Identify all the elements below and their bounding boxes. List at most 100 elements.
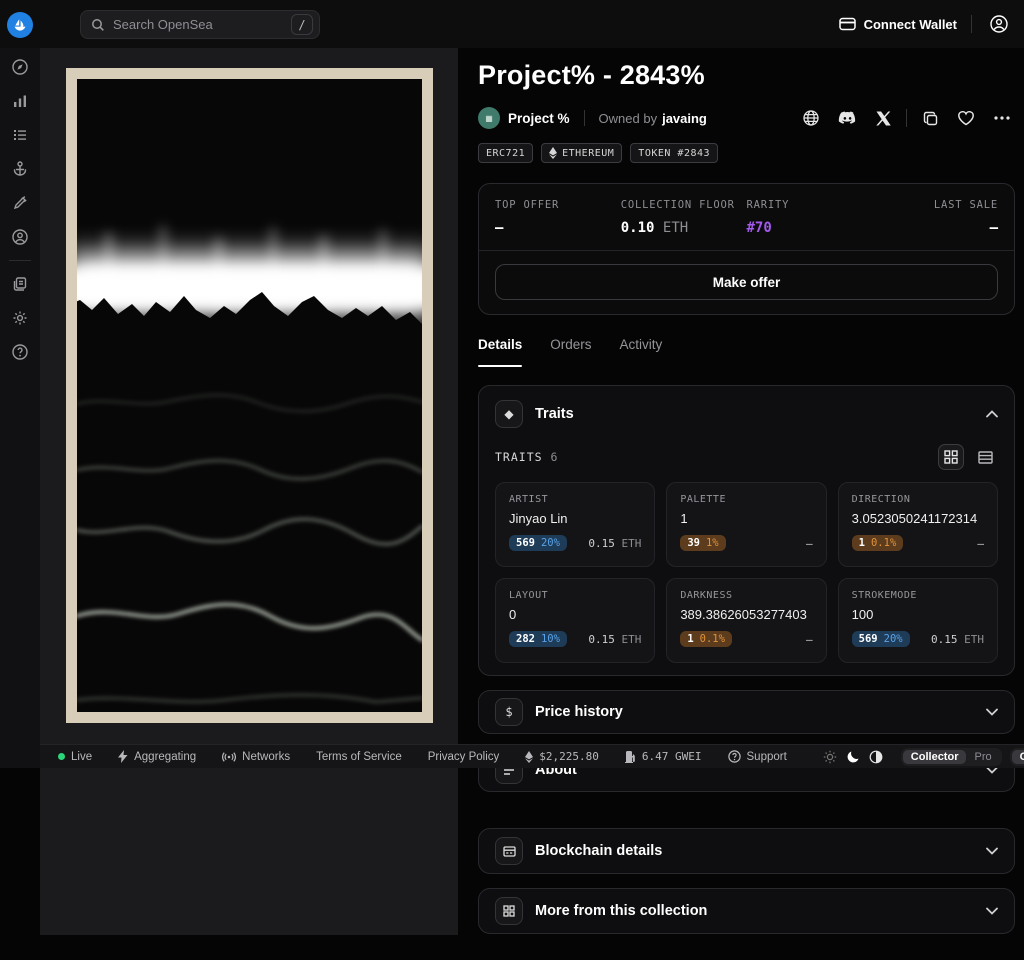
collection-avatar[interactable]: ▦ — [478, 107, 500, 129]
compass-icon[interactable] — [0, 50, 40, 84]
anchor-icon[interactable] — [0, 152, 40, 186]
status-bar: Live Aggregating Networks Terms of Servi… — [40, 744, 1024, 768]
mode-collector[interactable]: Collector — [903, 750, 967, 764]
trait-card-strokemode[interactable]: STROKEMODE 100 56920% 0.15 ETH — [838, 578, 998, 663]
owned-by-label: Owned by — [599, 111, 658, 126]
token-id-badge: TOKEN #2843 — [630, 143, 718, 163]
search-icon — [91, 18, 105, 32]
docs-icon[interactable] — [0, 267, 40, 301]
collection-link[interactable]: Project % — [508, 111, 570, 126]
detail-tabs: Details Orders Activity — [478, 337, 1015, 367]
gas-price: 6.47 GWEI — [625, 750, 702, 763]
token-badges: ERC721 ETHEREUM TOKEN #2843 — [478, 143, 1015, 163]
stats-icon[interactable] — [0, 84, 40, 118]
privacy-link[interactable]: Privacy Policy — [428, 751, 500, 763]
search-shortcut-key: / — [291, 14, 313, 35]
traits-count: TRAITS 6 — [495, 450, 558, 464]
gas-pump-icon — [625, 751, 636, 763]
trait-card-layout[interactable]: LAYOUT 0 28210% 0.15 ETH — [495, 578, 655, 663]
support-link[interactable]: Support — [728, 750, 787, 763]
help-circle-icon — [728, 750, 741, 763]
rarity-badge: 10.1% — [680, 631, 732, 647]
connect-wallet-button[interactable]: Connect Wallet — [839, 17, 957, 32]
currency-switch: Crypto USD — [1010, 748, 1024, 766]
chain-badge: ETHEREUM — [541, 143, 622, 163]
currency-crypto[interactable]: Crypto — [1012, 750, 1024, 764]
opensea-nft-page: Search OpenSea / Connect Wallet — [0, 0, 1024, 960]
rail-divider — [9, 260, 31, 261]
trait-grid: ARTIST Jinyao Lin 56920% 0.15 ETH PALETT… — [495, 482, 998, 663]
blockchain-details-section[interactable]: Blockchain details — [478, 828, 1015, 874]
collection-row: ▦ Project % Owned by javaing — [478, 107, 1015, 129]
more-from-collection-section[interactable]: More from this collection — [478, 888, 1015, 934]
chevron-up-icon[interactable] — [986, 410, 998, 418]
stat-collection-floor: COLLECTION FLOOR 0.10 ETH — [621, 199, 747, 236]
trait-card-direction[interactable]: DIRECTION 3.0523050241172314 10.1% — — [838, 482, 998, 567]
trait-card-artist[interactable]: ARTIST Jinyao Lin 56920% 0.15 ETH — [495, 482, 655, 567]
theme-toggle — [823, 750, 883, 764]
profile-icon[interactable] — [0, 220, 40, 254]
traits-icon: ◆ — [495, 400, 523, 428]
nft-artwork[interactable] — [66, 68, 433, 723]
list-icon[interactable] — [0, 118, 40, 152]
chevron-down-icon[interactable] — [986, 907, 998, 915]
website-icon[interactable] — [798, 105, 824, 131]
eth-price: $2,225.80 — [525, 750, 599, 763]
help-icon[interactable] — [0, 335, 40, 369]
create-icon[interactable] — [0, 186, 40, 220]
stat-rarity: RARITY #70 — [747, 199, 873, 236]
copy-icon[interactable] — [917, 105, 943, 131]
divider — [479, 250, 1014, 251]
networks-status[interactable]: Networks — [222, 751, 290, 763]
topbar-divider — [971, 15, 972, 33]
media-panel — [40, 48, 458, 935]
aggregating-status[interactable]: Aggregating — [118, 750, 196, 763]
main-content: Project% - 2843% ▦ Project % Owned by ja… — [478, 60, 1015, 934]
system-mode-icon[interactable] — [869, 750, 883, 764]
account-icon[interactable] — [986, 11, 1012, 37]
wallet-icon — [839, 17, 856, 31]
mode-pro[interactable]: Pro — [966, 750, 999, 764]
traits-header[interactable]: ◆ Traits — [495, 400, 998, 428]
rarity-badge: 10.1% — [852, 535, 904, 551]
make-offer-button[interactable]: Make offer — [495, 264, 998, 300]
list-view-button[interactable] — [972, 444, 998, 470]
settings-icon[interactable] — [0, 301, 40, 335]
token-standard-badge: ERC721 — [478, 143, 533, 163]
page-title: Project% - 2843% — [478, 60, 1015, 91]
stat-top-offer: TOP OFFER — — [495, 199, 621, 236]
left-rail — [0, 0, 40, 768]
opensea-logo[interactable] — [7, 12, 33, 38]
trait-card-palette[interactable]: PALETTE 1 391% — — [666, 482, 826, 567]
dark-mode-icon[interactable] — [846, 750, 860, 764]
stats-card: TOP OFFER — COLLECTION FLOOR 0.10 ETH RA… — [478, 183, 1015, 315]
top-bar: Search OpenSea / Connect Wallet — [0, 0, 1024, 48]
signal-icon — [222, 752, 236, 762]
price-history-section[interactable]: $ Price history — [478, 690, 1015, 734]
hero-icons-divider — [906, 109, 907, 127]
mode-switch: Collector Pro — [901, 748, 1002, 766]
more-options-icon[interactable] — [989, 105, 1015, 131]
tab-activity[interactable]: Activity — [620, 337, 663, 367]
x-twitter-icon[interactable] — [870, 105, 896, 131]
stat-last-sale: LAST SALE — — [872, 199, 998, 236]
grid-view-button[interactable] — [938, 444, 964, 470]
tab-orders[interactable]: Orders — [550, 337, 591, 367]
live-indicator: Live — [58, 751, 92, 763]
chevron-down-icon[interactable] — [986, 847, 998, 855]
rarity-badge: 391% — [680, 535, 725, 551]
chevron-down-icon[interactable] — [986, 708, 998, 716]
rarity-badge: 28210% — [509, 631, 567, 647]
owner-link[interactable]: javaing — [662, 111, 707, 126]
trait-card-darkness[interactable]: DARKNESS 389.38626053277403 10.1% — — [666, 578, 826, 663]
search-placeholder: Search OpenSea — [113, 17, 283, 32]
search-input[interactable]: Search OpenSea / — [80, 10, 320, 39]
tab-details[interactable]: Details — [478, 337, 522, 367]
light-mode-icon[interactable] — [823, 750, 837, 764]
bank-card-icon — [495, 837, 523, 865]
live-dot-icon — [58, 753, 65, 760]
terms-link[interactable]: Terms of Service — [316, 751, 402, 763]
favorite-heart-icon[interactable] — [953, 105, 979, 131]
discord-icon[interactable] — [834, 105, 860, 131]
lightning-icon — [118, 750, 128, 763]
